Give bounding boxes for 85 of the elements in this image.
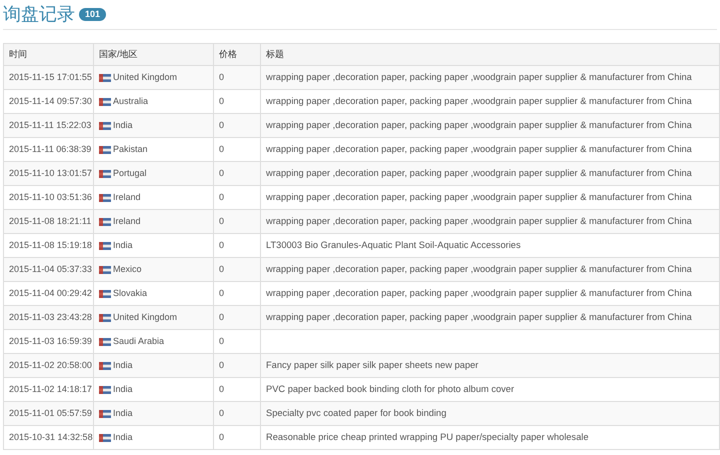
table-cell: 0: [219, 120, 224, 130]
table-cell-text: India: [113, 406, 133, 420]
flag-icon: [99, 146, 111, 154]
table-cell: 2015-11-11 06:38:39: [9, 144, 92, 154]
table-cell-text: United Kingdom: [113, 70, 178, 84]
table-cell: wrapping paper ,decoration paper, packing paper ,woodgrain paper supplier & manufacturer from China: [266, 192, 692, 202]
table-cell: wrapping paper ,decoration paper, packing paper ,woodgrain paper supplier & manufacturer from China: [266, 312, 692, 322]
table-cell: 2015-11-10 03:51:36: [9, 192, 92, 202]
table-cell: wrapping paper ,decoration paper, packing paper ,woodgrain paper supplier & manufacturer from China: [266, 96, 692, 106]
table-cell-text: Ireland: [113, 190, 141, 204]
table-cell-text: Slovakia: [113, 286, 148, 300]
table-cell: wrapping paper ,decoration paper, packing paper ,woodgrain paper supplier & manufacturer from China: [266, 168, 692, 178]
table-cell: 2015-11-03 23:43:28: [9, 312, 92, 322]
table-cell: Specialty pvc coated paper for book binding: [266, 408, 446, 418]
table-cell: 0: [219, 312, 224, 322]
table-cell-text: Mexico: [113, 262, 142, 276]
table-cell: 2015-11-04 00:29:42: [9, 288, 92, 298]
table-cell-text: United Kingdom: [113, 310, 178, 324]
column-header: 国家/地区: [99, 48, 138, 59]
table-cell-text: India: [113, 358, 133, 372]
table-cell: wrapping paper ,decoration paper, packing paper ,woodgrain paper supplier & manufacturer from China: [266, 264, 692, 274]
count-badge: 101: [79, 8, 106, 20]
table-cell: wrapping paper ,decoration paper, packing paper ,woodgrain paper supplier & manufacturer from China: [266, 216, 692, 226]
table-cell: 0: [219, 240, 224, 250]
table-cell: 0: [219, 216, 224, 226]
table-cell: 2015-10-31 14:32:58: [9, 432, 93, 442]
table-cell: 2015-11-03 16:59:39: [9, 336, 92, 346]
flag-icon: [99, 290, 111, 298]
table-cell: 2015-11-14 09:57:30: [9, 96, 92, 106]
column-header: 价格: [219, 48, 237, 59]
flag-icon: [99, 122, 111, 130]
flag-icon: [99, 194, 111, 202]
table-cell: wrapping paper ,decoration paper, packing paper ,woodgrain paper supplier & manufacturer from China: [266, 72, 692, 82]
table-cell-text: Australia: [113, 94, 148, 108]
flag-icon: [99, 242, 111, 250]
table-cell-text: India: [113, 430, 133, 444]
table-cell-text: Saudi Arabia: [113, 334, 164, 348]
flag-icon: [99, 170, 111, 178]
flag-icon: [99, 74, 111, 82]
table-cell: 0: [219, 336, 224, 346]
flag-icon: [99, 338, 111, 346]
column-header: 标题: [266, 48, 284, 59]
table-cell: wrapping paper ,decoration paper, packing paper ,woodgrain paper supplier & manufacturer from China: [266, 288, 692, 298]
table-cell: 0: [219, 360, 224, 370]
table-cell: 2015-11-02 20:58:00: [9, 360, 92, 370]
table-cell: 2015-11-04 05:37:33: [9, 264, 92, 274]
flag-icon: [99, 266, 111, 274]
table-cell: 2015-11-08 15:19:18: [9, 240, 92, 250]
table-cell: 0: [219, 168, 224, 178]
table-cell: 0: [219, 384, 224, 394]
table-cell: Reasonable price cheap printed wrapping PU paper/specialty paper wholesale: [266, 432, 588, 442]
table-cell-text: India: [113, 382, 133, 396]
table-cell: LT30003 Bio Granules-Aquatic Plant Soil-Aquatic Accessories: [266, 240, 521, 250]
table-cell-text: India: [113, 238, 133, 252]
flag-icon: [99, 410, 111, 418]
table-cell: 0: [219, 144, 224, 154]
flag-icon: [99, 314, 111, 322]
table-cell: PVC paper backed book binding cloth for photo album cover: [266, 384, 514, 394]
flag-icon: [99, 434, 111, 442]
column-header: 时间: [9, 48, 27, 59]
table-cell-text: India: [113, 118, 133, 132]
table-cell: 2015-11-08 18:21:11: [9, 216, 92, 226]
table-cell: 0: [219, 432, 224, 442]
table-cell-text: Ireland: [113, 214, 141, 228]
table-cell-text: Portugal: [113, 166, 147, 180]
table-cell: 0: [219, 192, 224, 202]
table-cell: 2015-11-10 13:01:57: [9, 168, 92, 178]
table-cell: wrapping paper ,decoration paper, packing paper ,woodgrain paper supplier & manufacturer from China: [266, 120, 692, 130]
table-cell: 2015-11-01 05:57:59: [9, 408, 92, 418]
table-cell: 2015-11-11 15:22:03: [9, 120, 92, 130]
table-cell: 2015-11-15 17:01:55: [9, 72, 92, 82]
flag-icon: [99, 218, 111, 226]
page-title: 询盘记录: [3, 5, 75, 23]
table-cell: Fancy paper silk paper silk paper sheets new paper: [266, 360, 478, 370]
table-cell: 2015-11-02 14:18:17: [9, 384, 92, 394]
table-cell: wrapping paper ,decoration paper, packing paper ,woodgrain paper supplier & manufacturer from China: [266, 144, 692, 154]
table-cell: 0: [219, 408, 224, 418]
table-cell: 0: [219, 288, 224, 298]
table-cell: 0: [219, 264, 224, 274]
table-cell-text: Pakistan: [113, 142, 148, 156]
flag-icon: [99, 386, 111, 394]
flag-icon: [99, 98, 111, 106]
table-cell: 0: [219, 72, 224, 82]
table-cell: 0: [219, 96, 224, 106]
flag-icon: [99, 362, 111, 370]
